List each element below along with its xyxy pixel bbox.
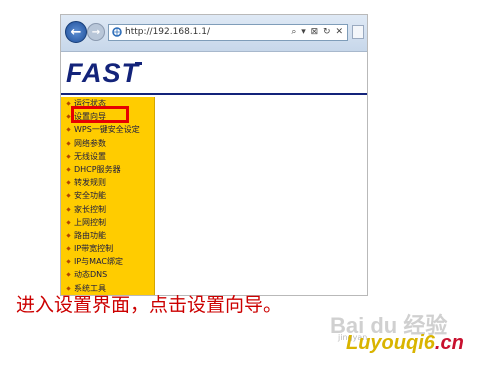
logo-mark xyxy=(135,62,142,65)
sidebar-item[interactable]: 无线设置 xyxy=(66,150,140,163)
bullet-icon xyxy=(66,127,71,132)
browser-toolbar: ← → http://192.168.1.1/ ⌕ ▾ ⊠ ↻ ✕ xyxy=(61,15,367,52)
sidebar-item-label: 无线设置 xyxy=(74,151,106,161)
sidebar-item-label: 家长控制 xyxy=(74,204,106,214)
page-icon xyxy=(112,27,122,37)
sidebar-menu: 运行状态 设置向导 WPS一键安全设定 网络参数 无线设置 DHCP服务器 转发规则 安全功能… xyxy=(61,97,155,295)
sidebar-item-label: 动态DNS xyxy=(74,270,108,280)
sidebar-item-label: 网络参数 xyxy=(74,138,106,148)
sidebar-item-label: WPS一键安全设定 xyxy=(74,125,140,135)
sidebar-item[interactable]: 家长控制 xyxy=(66,203,140,216)
router-admin-page: FAST 运行状态 设置向导 WPS一键安全设定 网络参数 无线设置 DHCP服务器 转发规… xyxy=(61,52,367,295)
bullet-icon xyxy=(66,272,71,278)
bullet-icon xyxy=(66,206,71,212)
sidebar-item-label: IP与MAC绑定 xyxy=(74,257,124,267)
bullet-icon xyxy=(66,233,71,238)
sidebar-item[interactable]: 转发规则 xyxy=(66,176,140,189)
bullet-icon xyxy=(66,180,71,185)
new-tab-icon[interactable] xyxy=(352,25,364,39)
sidebar-item-label: IP带宽控制 xyxy=(74,244,114,254)
sidebar-item[interactable]: DHCP服务器 xyxy=(66,163,140,176)
sidebar-item[interactable]: WPS一键安全设定 xyxy=(66,123,140,136)
header-divider xyxy=(61,93,367,95)
brand-logo: FAST xyxy=(66,58,140,88)
sidebar-item-label: 安全功能 xyxy=(74,191,106,201)
menu-list: 运行状态 设置向导 WPS一键安全设定 网络参数 无线设置 DHCP服务器 转发规则 安全功能… xyxy=(66,97,140,295)
sidebar-item[interactable]: 动态DNS xyxy=(66,268,140,281)
sidebar-item[interactable]: IP与MAC绑定 xyxy=(66,255,140,268)
bullet-icon xyxy=(66,154,71,159)
bullet-icon xyxy=(66,220,71,225)
sidebar-item[interactable]: 网络参数 xyxy=(66,137,140,150)
header: FAST xyxy=(61,52,367,96)
bullet-icon xyxy=(66,167,71,172)
bullet-icon xyxy=(66,193,71,198)
site-watermark: Luyouqi6.cn xyxy=(346,332,464,355)
sidebar-item[interactable]: 路由功能 xyxy=(66,229,140,242)
sidebar-item-label: 转发规则 xyxy=(74,178,106,188)
bullet-icon xyxy=(66,259,71,264)
sidebar-item[interactable]: 安全功能 xyxy=(66,189,140,202)
bullet-icon xyxy=(66,101,71,106)
forward-arrow-icon: → xyxy=(91,26,101,38)
forward-button[interactable]: → xyxy=(87,23,105,41)
sidebar-item[interactable]: IP带宽控制 xyxy=(66,242,140,255)
instruction-caption: 进入设置界面，点击设置向导。 xyxy=(16,294,283,316)
site-watermark-tld: .cn xyxy=(434,332,464,354)
sidebar-item-label: 上网控制 xyxy=(74,217,106,227)
browser-screenshot: ← → http://192.168.1.1/ ⌕ ▾ ⊠ ↻ ✕ FAST 运… xyxy=(60,14,368,296)
back-button[interactable]: ← xyxy=(65,21,87,43)
bullet-icon xyxy=(66,114,71,119)
sidebar-item-label: 路由功能 xyxy=(74,230,106,240)
site-watermark-main: Luyouqi6 xyxy=(346,332,435,354)
sidebar-item-label: DHCP服务器 xyxy=(74,164,121,174)
bullet-icon xyxy=(66,140,71,146)
address-bar[interactable]: http://192.168.1.1/ ⌕ ▾ ⊠ ↻ ✕ xyxy=(108,24,348,41)
bullet-icon xyxy=(66,246,71,251)
url-text: http://192.168.1.1/ xyxy=(125,27,210,37)
address-tools-icons[interactable]: ⌕ ▾ ⊠ ↻ ✕ xyxy=(291,25,344,40)
sidebar-item[interactable]: 上网控制 xyxy=(66,216,140,229)
back-arrow-icon: ← xyxy=(70,24,82,40)
highlight-box xyxy=(71,106,129,123)
